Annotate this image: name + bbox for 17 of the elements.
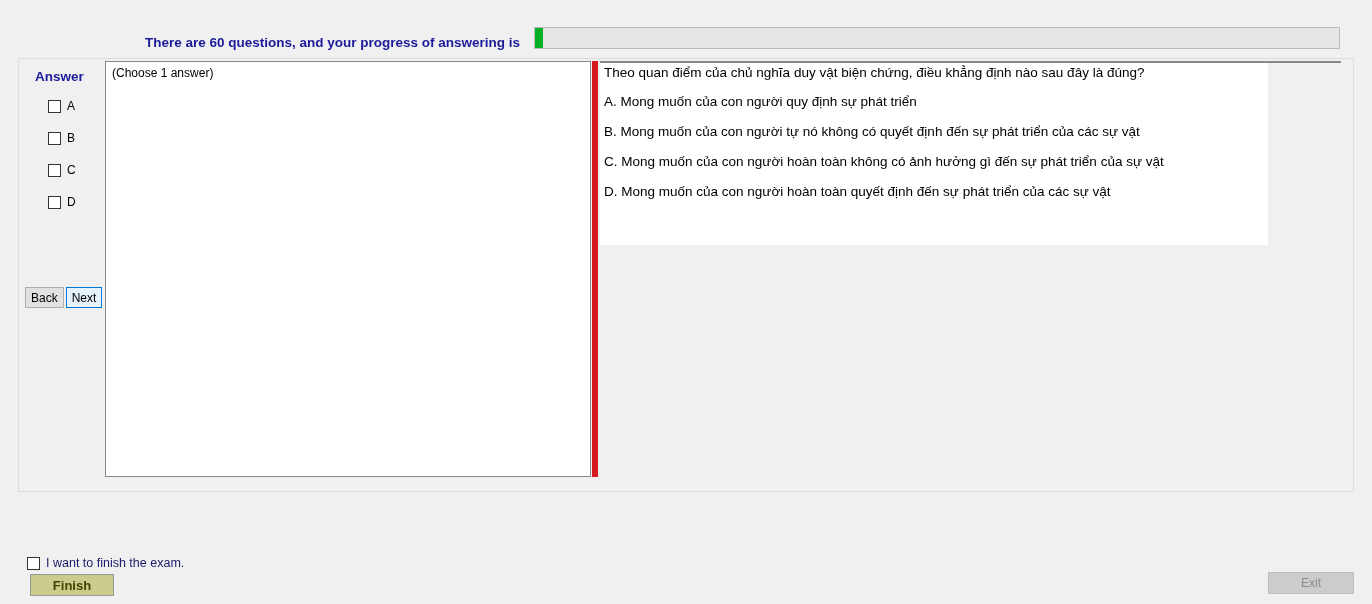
answer-hint: (Choose 1 answer) <box>112 66 214 80</box>
progress-caption: There are 60 questions, and your progress of answering is <box>145 34 521 50</box>
answer-checkbox[interactable]: B <box>48 129 75 147</box>
nav-button[interactable]: Back <box>25 287 64 308</box>
answer-checkbox[interactable]: D <box>48 193 76 211</box>
question-text: Theo quan điểm của chủ nghĩa duy vật biện chứng, điều khẳng định nào sau đây là đúng? <box>604 65 1146 80</box>
answer-checkbox[interactable]: A <box>48 97 75 115</box>
choice-text: A. Mong muốn của con người quy định sự phát triển <box>604 94 918 109</box>
choice-text: B. Mong muốn của con người tự nó không có quyết định đến sự phát triển của các sự vật <box>604 124 1141 139</box>
answer-checkbox[interactable]: C <box>48 161 76 179</box>
finish-button[interactable]: Finish <box>30 574 114 596</box>
splitter-bar[interactable] <box>592 61 598 477</box>
nav-button[interactable]: Next <box>65 287 103 308</box>
choice-text: C. Mong muốn của con người hoàn toàn không có ảnh hưởng gì đến sự phát triển của sự vật <box>604 154 1165 169</box>
answer-heading: Answer <box>35 69 84 84</box>
finish-confirm-checkbox[interactable]: I want to finish the exam. <box>27 556 185 570</box>
choice-text: D. Mong muốn của con người hoàn toàn quyết định đến sự phát triển của các sự vật <box>604 184 1112 199</box>
